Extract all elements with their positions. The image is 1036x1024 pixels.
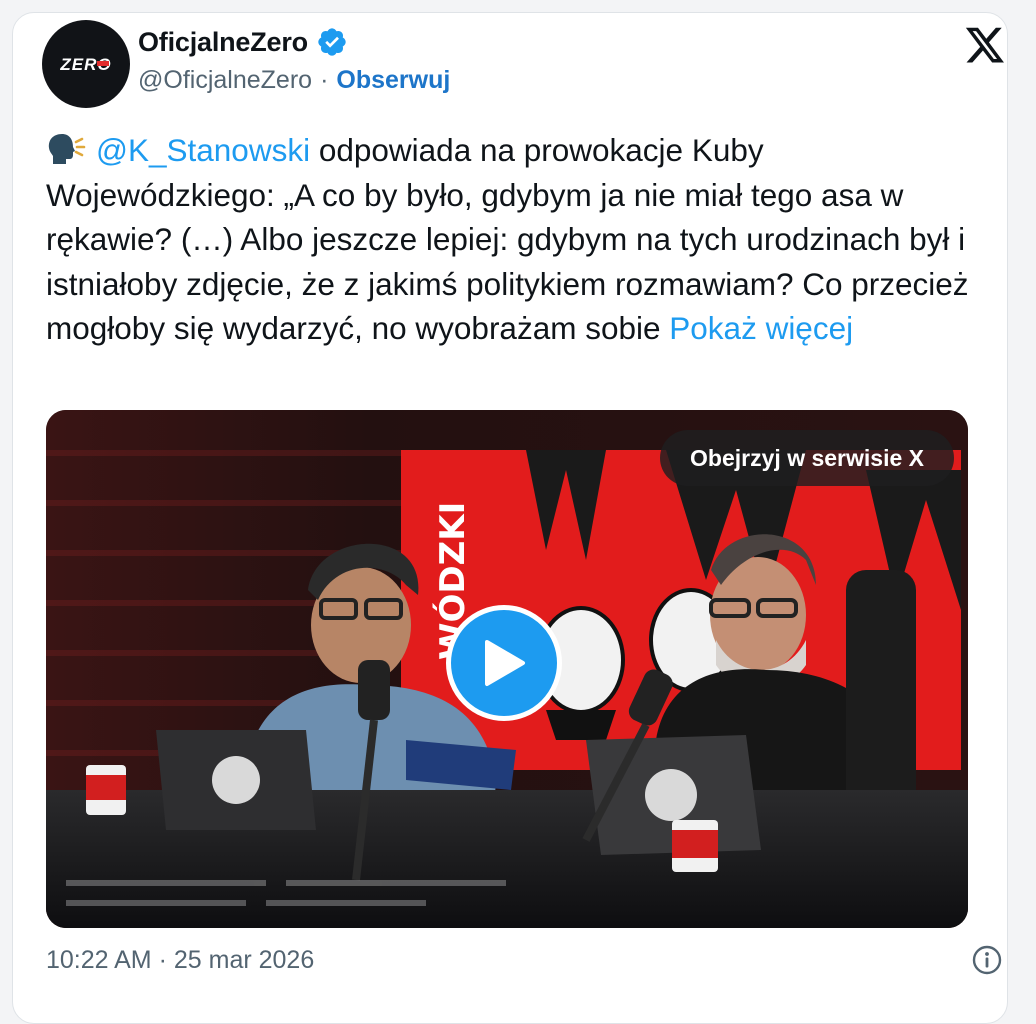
x-logo-icon[interactable] (964, 26, 1006, 66)
speaking-head-icon (48, 134, 86, 164)
author-handle-row: @OficjalneZero · Obserwuj (138, 66, 450, 95)
tweet-text: @K_Stanowski odpowiada na prowokacje Kub… (46, 128, 976, 351)
follow-button[interactable]: Obserwuj (336, 66, 450, 95)
play-icon (485, 640, 525, 686)
tweet-date: 25 mar 2026 (173, 946, 315, 974)
verified-badge-icon (318, 28, 346, 56)
play-button[interactable] (446, 605, 562, 721)
mention-link[interactable]: @K_Stanowski (96, 132, 310, 168)
handle[interactable]: @OficjalneZero (138, 66, 312, 95)
watch-on-x-button[interactable]: Obejrzyj w serwisie X (660, 430, 954, 486)
tweet-time: 10:22 AM (46, 946, 152, 974)
author-name-row: OficjalneZero (138, 26, 348, 58)
show-more-link[interactable]: Pokaż więcej (669, 310, 853, 346)
timestamp-separator: · (158, 946, 167, 974)
avatar[interactable]: ZERO (42, 20, 130, 108)
info-icon[interactable] (972, 945, 1002, 975)
separator-dot: · (320, 66, 329, 94)
display-name[interactable]: OficjalneZero (138, 27, 308, 58)
video-player[interactable]: WÓDZKI Obejrzyj w serwisie X (46, 410, 968, 928)
tweet-timestamp[interactable]: 10:22 AM · 25 mar 2026 (46, 946, 314, 975)
